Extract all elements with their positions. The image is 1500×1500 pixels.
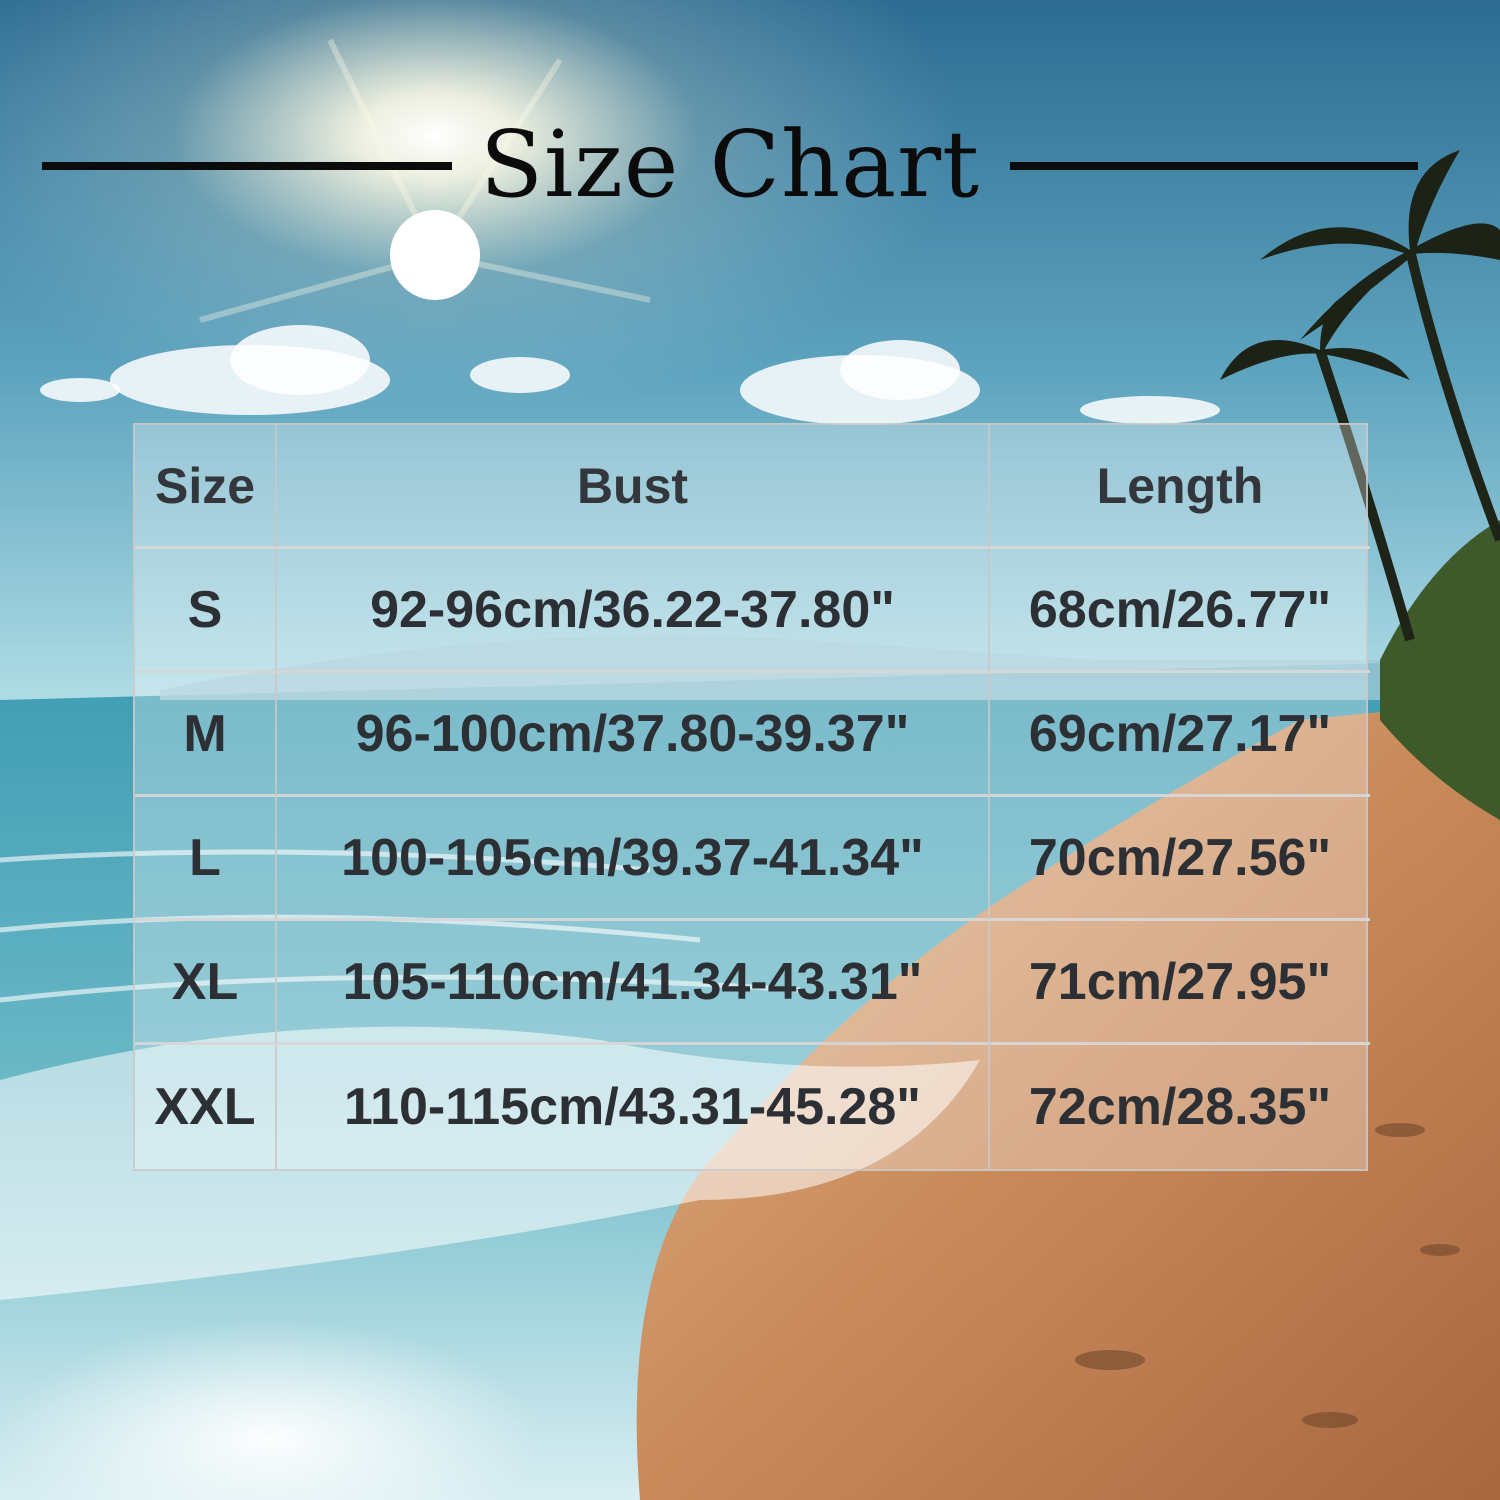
size-table: Size Bust Length S 92-96cm/36.22-37.80" … [133,423,1370,1171]
row-m-length: 69cm/27.17" [990,673,1370,797]
row-m-bust: 96-100cm/37.80-39.37" [277,673,990,797]
row-l-length: 70cm/27.56" [990,797,1370,921]
row-xl-length: 71cm/27.95" [990,921,1370,1045]
title-rule-left [42,162,452,170]
row-s-bust: 92-96cm/36.22-37.80" [277,549,990,673]
row-l-size: L [135,797,277,921]
row-s-size: S [135,549,277,673]
row-xxl-length: 72cm/28.35" [1028,1078,1332,1136]
row-m-size: M [135,673,277,797]
row-xl-size: XL [135,921,277,1045]
row-xl-bust: 105-110cm/41.34-43.31" [277,921,990,1045]
title-rule-right [1010,162,1418,170]
page-title: Size Chart [479,111,981,218]
row-xxl-size: XXL [135,1045,277,1169]
title-banner: Size Chart [0,100,1500,230]
header-bust: Bust [277,425,990,549]
row-s-length: 68cm/26.77" [990,549,1370,673]
header-length: Length [990,425,1370,549]
row-l-bust: 100-105cm/39.37-41.34" [277,797,990,921]
row-xxl-bust: 110-115cm/43.31-45.28" [277,1045,990,1169]
header-size: Size [135,425,277,549]
